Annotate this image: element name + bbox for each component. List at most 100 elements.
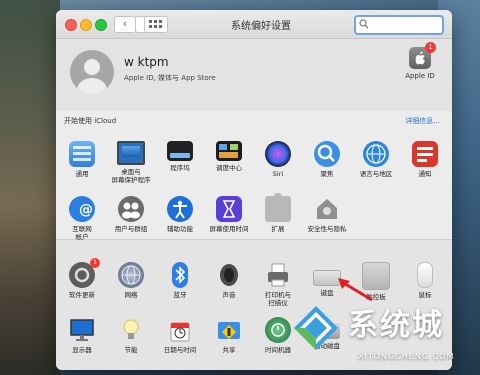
printer-icon [252, 262, 304, 288]
pref-pane-label: 通知 [418, 170, 432, 178]
pref-pane-security[interactable]: 安全性与隐私 [301, 196, 353, 233]
zoom-button[interactable] [95, 19, 107, 31]
pref-pane-date-time[interactable]: 日期与时间 [154, 317, 206, 354]
pref-pane-mouse[interactable]: 鼠标 [399, 262, 451, 299]
sound-icon [203, 262, 255, 288]
pref-pane-label: 共享 [222, 346, 236, 354]
pref-pane-label: 程序坞 [170, 164, 190, 172]
pref-pane-siri[interactable]: Siri [252, 141, 304, 178]
pref-pane-notifications[interactable]: 通知 [399, 141, 451, 178]
user-name: w ktpm [124, 55, 169, 69]
pref-pane-label: 语言与地区 [359, 170, 393, 178]
apple-id-label: Apple ID [405, 72, 435, 80]
language-icon [350, 141, 402, 167]
mouse-icon [399, 262, 451, 288]
security-icon [301, 196, 353, 222]
pref-pane-label: 桌面与 屏幕保护程序 [111, 168, 151, 184]
account-header: w ktpm Apple ID, 媒体与 App Store 1 Apple I… [56, 39, 452, 112]
pref-pane-language[interactable]: 语言与地区 [350, 141, 402, 178]
spotlight-icon [301, 141, 353, 167]
extensions-icon [252, 193, 304, 222]
user-silhouette-icon [77, 59, 107, 94]
pref-pane-sound[interactable]: 声音 [203, 262, 255, 299]
pref-pane-display[interactable]: 显示器 [56, 317, 108, 354]
software-update-icon: 1 [56, 258, 108, 288]
mission-control-icon [203, 141, 255, 161]
pref-pane-network[interactable]: 网络 [105, 262, 157, 299]
icloud-bar: 开始使用 iCloud 详细信息... [56, 111, 452, 132]
watermark-url: XITONGCHENG.COM [358, 352, 455, 361]
pref-pane-label: 辅助功能 [167, 225, 193, 233]
pref-pane-label: 聚焦 [320, 170, 334, 178]
show-all-button[interactable] [144, 16, 168, 33]
pref-pane-label: Siri [272, 170, 284, 178]
bluetooth-icon [154, 262, 206, 288]
energy-saver-icon [105, 317, 157, 343]
back-button[interactable]: ‹ [114, 16, 136, 33]
software-update-badge: 1 [90, 258, 100, 268]
pref-pane-internet-accounts[interactable]: @ 互联网 帐户 [56, 196, 108, 241]
pref-pane-spotlight[interactable]: 聚焦 [301, 141, 353, 178]
pref-pane-screen-time[interactable]: 屏幕使用时间 [203, 196, 255, 233]
pref-pane-label: 调度中心 [216, 164, 242, 172]
watermark-brand: 系统城 [348, 308, 444, 343]
pref-pane-label: 通用 [75, 170, 89, 178]
siri-icon [252, 141, 304, 167]
pref-pane-label: 屏幕使用时间 [209, 225, 249, 233]
pref-pane-label: 用户与群组 [114, 225, 148, 233]
pref-pane-software-update[interactable]: 1 软件更新 [56, 258, 108, 299]
sharing-icon [203, 317, 255, 343]
pref-pane-bluetooth[interactable]: 蓝牙 [154, 262, 206, 299]
pref-pane-label: 互联网 帐户 [72, 225, 92, 241]
apple-id-pref[interactable]: 1 Apple ID [400, 42, 440, 80]
general-icon [56, 141, 108, 167]
pref-pane-desktop[interactable]: 桌面与 屏幕保护程序 [105, 141, 157, 184]
desktop-icon [105, 141, 157, 165]
icloud-prompt: 开始使用 iCloud [64, 117, 117, 125]
pref-pane-energy-saver[interactable]: 节能 [105, 317, 157, 354]
network-icon [105, 262, 157, 288]
pref-pane-mission-control[interactable]: 调度中心 [203, 141, 255, 172]
avatar[interactable] [70, 50, 114, 94]
search-field[interactable] [354, 15, 444, 35]
pref-pane-label: 软件更新 [69, 291, 95, 299]
internet-accounts-icon: @ [56, 196, 108, 222]
user-subtitle: Apple ID, 媒体与 App Store [124, 74, 216, 82]
desktop-wallpaper [0, 0, 60, 375]
pref-pane-general[interactable]: 通用 [56, 141, 108, 178]
title-bar: ‹ › 系统偏好设置 [56, 10, 452, 39]
apple-id-icon: 1 [409, 42, 436, 69]
pref-pane-label: 网络 [124, 291, 138, 299]
search-icon [359, 19, 369, 29]
date-time-icon [154, 317, 206, 343]
pref-pane-extensions[interactable]: 扩展 [252, 193, 304, 233]
pref-pane-users[interactable]: 用户与群组 [105, 196, 157, 233]
pref-pane-label: 鼠标 [418, 291, 432, 299]
pref-pane-label: 安全性与隐私 [307, 225, 347, 233]
chevron-left-icon: ‹ [122, 17, 128, 30]
minimize-button[interactable] [80, 19, 92, 31]
pref-pane-accessibility[interactable]: 辅助功能 [154, 196, 206, 233]
pref-pane-label: 日期与时间 [163, 346, 197, 354]
pref-pane-dock[interactable]: 程序坞 [154, 141, 206, 172]
notifications-icon [399, 141, 451, 167]
preferences-section-personal: 通用 桌面与 屏幕保护程序 程序坞 调度中心 Siri 聚焦 语言与地区 通知 @ 互联网 帐户 用… [56, 131, 452, 241]
search-input[interactable] [372, 17, 438, 33]
watermark-logo-icon [294, 306, 338, 350]
pref-pane-label: 声音 [222, 291, 236, 299]
pref-pane-label: 节能 [124, 346, 138, 354]
pref-pane-sharing[interactable]: 共享 [203, 317, 255, 354]
pref-pane-label: 显示器 [72, 346, 92, 354]
window-title: 系统偏好设置 [231, 21, 291, 32]
pref-pane-label: 蓝牙 [173, 291, 187, 299]
pref-pane-label: 扩展 [271, 225, 285, 233]
apple-id-badge: 1 [425, 42, 436, 53]
icloud-details-link[interactable]: 详细信息... [405, 116, 440, 126]
close-button[interactable] [65, 19, 77, 31]
accessibility-icon [154, 196, 206, 222]
watermark: 系统城 XITONGCHENG.COM [288, 300, 478, 375]
screen-time-icon [203, 196, 255, 222]
users-icon [105, 196, 157, 222]
display-icon [56, 317, 108, 343]
dock-icon [154, 141, 206, 161]
